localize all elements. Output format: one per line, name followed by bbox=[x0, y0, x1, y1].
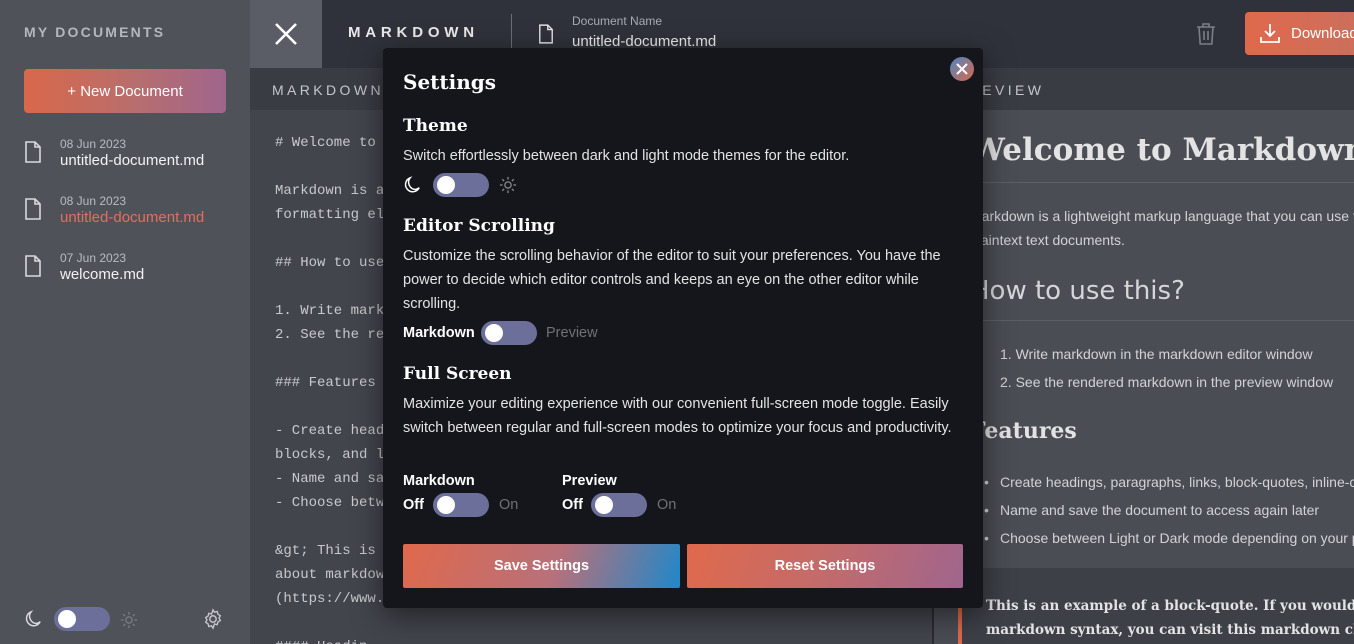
moon-icon bbox=[25, 610, 41, 627]
document-item[interactable]: 07 Jun 2023 welcome.md bbox=[24, 251, 244, 291]
trash-icon[interactable] bbox=[1196, 22, 1216, 46]
preview-blockquote: This is an example of a block-quote. If … bbox=[958, 568, 1354, 644]
preview-paragraph-line: plaintext text documents. bbox=[970, 232, 1125, 248]
theme-section-desc: Switch effortlessly between dark and lig… bbox=[403, 148, 850, 164]
document-name-label: Document Name bbox=[572, 14, 663, 28]
preview-paragraph: Markdown is a lightweight markup languag… bbox=[970, 204, 1354, 252]
download-label: Download bbox=[1291, 25, 1354, 42]
reset-settings-button[interactable]: Reset Settings bbox=[687, 544, 963, 588]
download-button[interactable]: Download bbox=[1245, 12, 1354, 55]
scrolling-section-desc: Customize the scrolling behavior of the … bbox=[403, 248, 941, 312]
modal-title: Settings bbox=[403, 70, 497, 94]
list-item: 2. See the rendered markdown in the prev… bbox=[1000, 374, 1334, 390]
document-date: 08 Jun 2023 bbox=[60, 137, 127, 151]
settings-modal: Settings Theme Switch effortlessly betwe… bbox=[383, 48, 983, 608]
blockquote-line: markdown syntax, you can visit this mark… bbox=[986, 622, 1354, 638]
download-icon bbox=[1260, 24, 1280, 43]
fullscreen-section-desc: Maximize your editing experience with ou… bbox=[403, 396, 952, 436]
sidebar-title: MY DOCUMENTS bbox=[24, 24, 166, 40]
preview-rule bbox=[970, 182, 1354, 183]
fullscreen-preview-off-label: Off bbox=[562, 497, 583, 513]
file-icon bbox=[539, 24, 553, 44]
sun-icon bbox=[499, 176, 517, 194]
sun-icon bbox=[120, 611, 138, 629]
document-item-active[interactable]: 08 Jun 2023 untitled-document.md bbox=[24, 194, 244, 234]
moon-icon bbox=[404, 176, 420, 193]
file-icon bbox=[25, 255, 41, 277]
preview-unordered-list: Create headings, paragraphs, links, bloc… bbox=[984, 468, 1354, 552]
scrolling-section-title: Editor Scrolling bbox=[403, 216, 555, 236]
editor-header-label: MARKDOWN bbox=[272, 82, 384, 98]
close-icon bbox=[956, 63, 968, 75]
file-icon bbox=[25, 141, 41, 163]
fullscreen-markdown-on-label: On bbox=[499, 497, 519, 513]
document-name: welcome.md bbox=[60, 266, 145, 283]
sidebar: MY DOCUMENTS + New Document 08 Jun 2023 … bbox=[0, 0, 250, 644]
list-item: 1. Write markdown in the markdown editor… bbox=[1000, 346, 1313, 362]
new-document-button[interactable]: + New Document bbox=[24, 69, 226, 113]
preview-h2: How to use this? bbox=[970, 276, 1185, 306]
fullscreen-markdown-label: Markdown bbox=[403, 473, 475, 489]
preview-header: PREVIEW bbox=[934, 68, 1354, 110]
blockquote-line: This is an example of a block-quote. If … bbox=[986, 598, 1354, 614]
document-name: untitled-document.md bbox=[60, 209, 205, 226]
fullscreen-preview-toggle[interactable] bbox=[591, 493, 647, 517]
fullscreen-preview-on-label: On bbox=[657, 497, 677, 513]
theme-section-title: Theme bbox=[403, 116, 468, 136]
close-menu-button[interactable] bbox=[250, 0, 322, 68]
fullscreen-section-title: Full Screen bbox=[403, 364, 512, 384]
document-date: 07 Jun 2023 bbox=[60, 251, 127, 265]
gear-icon[interactable] bbox=[202, 608, 224, 630]
fullscreen-preview-label: Preview bbox=[562, 473, 617, 489]
preview-ordered-list: 1. Write markdown in the markdown editor… bbox=[1000, 340, 1333, 396]
list-item: Choose between Light or Dark mode depend… bbox=[984, 524, 1354, 552]
sidebar-footer bbox=[24, 606, 234, 632]
document-date: 08 Jun 2023 bbox=[60, 194, 127, 208]
fullscreen-markdown-toggle[interactable] bbox=[433, 493, 489, 517]
scroll-markdown-label: Markdown bbox=[403, 325, 475, 341]
document-item[interactable]: 08 Jun 2023 untitled-document.md bbox=[24, 137, 244, 177]
close-icon bbox=[275, 23, 297, 45]
markdown-textarea[interactable]: # Welcome to Markdown is a formatting el… bbox=[275, 131, 384, 644]
list-item: Name and save the document to access aga… bbox=[984, 496, 1354, 524]
file-icon bbox=[25, 198, 41, 220]
modal-close-button[interactable] bbox=[950, 57, 974, 81]
scroll-sync-toggle[interactable] bbox=[481, 321, 537, 345]
preview-rule bbox=[970, 320, 1354, 321]
preview-h3: Features bbox=[970, 418, 1077, 444]
preview-h1: Welcome to Markdown bbox=[970, 132, 1354, 168]
scroll-preview-label: Preview bbox=[546, 325, 598, 341]
document-name: untitled-document.md bbox=[60, 152, 205, 169]
preview-pane: PREVIEW Welcome to Markdown Markdown is … bbox=[934, 68, 1354, 644]
theme-toggle[interactable] bbox=[433, 173, 489, 197]
app-brand: MARKDOWN bbox=[348, 24, 479, 41]
list-item-text: Write markdown in the markdown editor wi… bbox=[1015, 346, 1313, 362]
list-item: Create headings, paragraphs, links, bloc… bbox=[984, 468, 1354, 496]
fullscreen-markdown-off-label: Off bbox=[403, 497, 424, 513]
sidebar-theme-toggle[interactable] bbox=[54, 607, 110, 631]
list-item-text: See the rendered markdown in the preview… bbox=[1015, 374, 1334, 390]
preview-paragraph-line: Markdown is a lightweight markup languag… bbox=[970, 208, 1354, 224]
save-settings-button[interactable]: Save Settings bbox=[403, 544, 680, 588]
